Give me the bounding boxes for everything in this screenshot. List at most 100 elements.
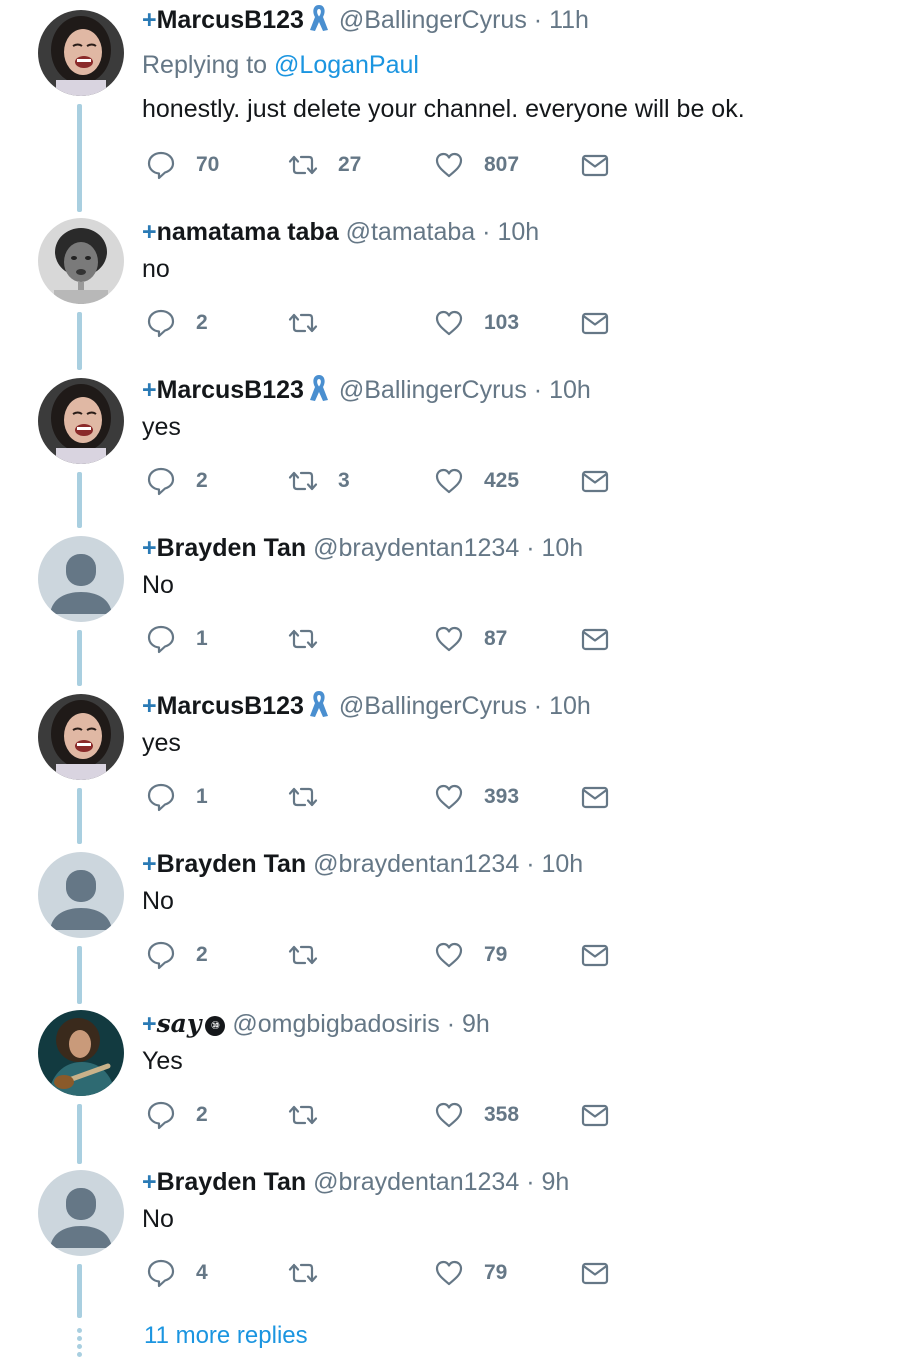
timestamp[interactable]: 10h bbox=[549, 376, 591, 404]
retweet-icon bbox=[288, 945, 318, 965]
reply-button[interactable]: 1 bbox=[146, 780, 208, 814]
reply-button[interactable]: 70 bbox=[146, 148, 219, 182]
display-name[interactable]: Brayden Tan bbox=[157, 1168, 307, 1196]
woman-laughing-avatar-image bbox=[38, 378, 124, 464]
retweet-button[interactable] bbox=[288, 780, 338, 814]
retweet-icon bbox=[288, 313, 318, 333]
heart-icon bbox=[435, 1260, 463, 1286]
like-count: 79 bbox=[484, 943, 508, 966]
user-handle[interactable]: @braydentan1234 bbox=[313, 534, 519, 562]
display-name[interactable]: Brayden Tan bbox=[157, 534, 307, 562]
user-handle[interactable]: @BallingerCyrus bbox=[339, 692, 527, 720]
direct-message-button[interactable] bbox=[580, 1098, 610, 1132]
like-count: 103 bbox=[484, 311, 520, 334]
avatar[interactable] bbox=[38, 218, 124, 304]
reply-button[interactable]: 2 bbox=[146, 938, 208, 972]
direct-message-button[interactable] bbox=[580, 622, 610, 656]
thread-line bbox=[77, 472, 82, 528]
user-handle[interactable]: @tamataba bbox=[346, 218, 476, 246]
retweet-button[interactable]: 3 bbox=[288, 464, 350, 498]
envelope-icon bbox=[581, 1104, 609, 1127]
direct-message-button[interactable] bbox=[580, 1256, 610, 1290]
like-button[interactable]: 807 bbox=[434, 148, 519, 182]
retweet-button[interactable] bbox=[288, 622, 338, 656]
user-handle[interactable]: @braydentan1234 bbox=[313, 1168, 519, 1196]
like-button[interactable]: 79 bbox=[434, 938, 507, 972]
direct-message-button[interactable] bbox=[580, 780, 610, 814]
direct-message-button[interactable] bbox=[580, 306, 610, 340]
timestamp[interactable]: 11h bbox=[549, 6, 589, 34]
envelope-icon bbox=[581, 154, 609, 177]
display-name[interactable]: Brayden Tan bbox=[157, 850, 307, 878]
thread-continuation-dots bbox=[77, 1328, 82, 1360]
woman-laughing-avatar-image bbox=[38, 694, 124, 780]
avatar[interactable] bbox=[38, 852, 124, 938]
direct-message-button[interactable] bbox=[580, 938, 610, 972]
timestamp[interactable]: 10h bbox=[541, 534, 583, 562]
like-button[interactable]: 393 bbox=[434, 780, 519, 814]
user-handle[interactable]: @BallingerCyrus bbox=[339, 6, 527, 34]
more-replies-link[interactable]: 11 more replies bbox=[144, 1320, 308, 1352]
default-user-avatar-image bbox=[38, 1170, 124, 1256]
like-count: 87 bbox=[484, 627, 508, 650]
tweet-header: +Brayden Tan @braydentan1234 · 10h bbox=[142, 847, 583, 881]
guitar-player-avatar-image bbox=[38, 1010, 124, 1096]
separator-dot: · bbox=[482, 218, 491, 246]
mention-link[interactable]: @LoganPaul bbox=[274, 51, 419, 79]
avatar[interactable] bbox=[38, 536, 124, 622]
direct-message-button[interactable] bbox=[580, 148, 610, 182]
default-user-avatar-image bbox=[38, 536, 124, 622]
timestamp[interactable]: 9h bbox=[541, 1168, 569, 1196]
thread-line bbox=[77, 312, 82, 370]
thread-line bbox=[77, 946, 82, 1004]
heart-icon bbox=[435, 942, 463, 968]
reply-button[interactable]: 1 bbox=[146, 622, 208, 656]
reply-button[interactable]: 4 bbox=[146, 1256, 208, 1290]
timestamp[interactable]: 10h bbox=[497, 218, 539, 246]
tweet-actions: 1 393 bbox=[146, 780, 626, 814]
display-name[interactable]: say bbox=[157, 1009, 202, 1038]
retweet-button[interactable]: 27 bbox=[288, 148, 361, 182]
avatar[interactable] bbox=[38, 1170, 124, 1256]
reply-icon bbox=[147, 625, 175, 654]
like-button[interactable]: 103 bbox=[434, 306, 519, 340]
display-name[interactable]: namatama taba bbox=[157, 218, 339, 246]
number-badge-icon: ⑩ bbox=[205, 1016, 226, 1036]
tweet-header: +namatama taba @tamataba · 10h bbox=[142, 215, 539, 249]
display-name[interactable]: MarcusB123 bbox=[157, 376, 304, 404]
user-handle[interactable]: @braydentan1234 bbox=[313, 850, 519, 878]
like-button[interactable]: 425 bbox=[434, 464, 519, 498]
timestamp[interactable]: 10h bbox=[541, 850, 583, 878]
retweet-button[interactable] bbox=[288, 1098, 338, 1132]
tweet-text: No bbox=[142, 887, 174, 915]
reply-button[interactable]: 2 bbox=[146, 306, 208, 340]
retweet-button[interactable] bbox=[288, 938, 338, 972]
separator-dot: · bbox=[533, 6, 543, 34]
avatar[interactable] bbox=[38, 694, 124, 780]
reply-button[interactable]: 2 bbox=[146, 464, 208, 498]
like-button[interactable]: 87 bbox=[434, 622, 507, 656]
avatar[interactable] bbox=[38, 10, 124, 96]
avatar[interactable] bbox=[38, 378, 124, 464]
reply-button[interactable]: 2 bbox=[146, 1098, 208, 1132]
retweet-button[interactable] bbox=[288, 306, 338, 340]
timestamp[interactable]: 9h bbox=[462, 1010, 490, 1038]
like-count: 79 bbox=[484, 1261, 508, 1284]
display-name[interactable]: MarcusB123 bbox=[157, 692, 304, 720]
plus-sign: + bbox=[142, 1010, 157, 1038]
tweet-actions: 70 27 807 bbox=[146, 148, 626, 182]
like-button[interactable]: 79 bbox=[434, 1256, 507, 1290]
like-button[interactable]: 358 bbox=[434, 1098, 519, 1132]
user-handle[interactable]: @omgbigbadosiris bbox=[232, 1010, 439, 1038]
retweet-icon bbox=[288, 155, 318, 175]
retweet-button[interactable] bbox=[288, 1256, 338, 1290]
user-handle[interactable]: @BallingerCyrus bbox=[339, 376, 527, 404]
separator-dot: · bbox=[526, 534, 535, 562]
direct-message-button[interactable] bbox=[580, 464, 610, 498]
avatar[interactable] bbox=[38, 1010, 124, 1096]
display-name[interactable]: MarcusB123 bbox=[157, 6, 304, 34]
tweet-actions: 4 79 bbox=[146, 1256, 626, 1290]
tweet-header: +MarcusB123 @BallingerCyrus · 10h bbox=[142, 373, 591, 407]
timestamp[interactable]: 10h bbox=[549, 692, 591, 720]
tweet-actions: 1 87 bbox=[146, 622, 626, 656]
